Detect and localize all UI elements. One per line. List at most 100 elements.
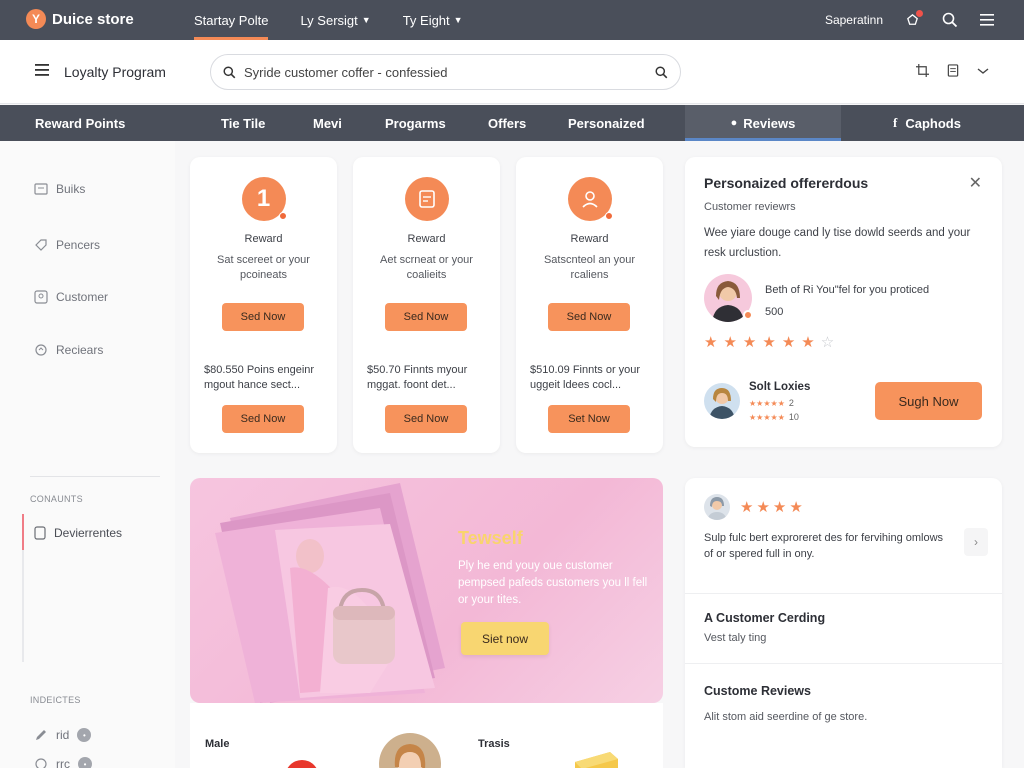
product-label: Trasis xyxy=(478,738,510,750)
topnav-item-1[interactable]: Startay Polte xyxy=(194,0,269,40)
review-text: Sulp fulc bert exproreret des for fervih… xyxy=(704,532,944,560)
panel-text: Wee yiare douge cand ly tise dowld seerd… xyxy=(704,227,971,259)
sidebar-item-pencers[interactable]: Pencers xyxy=(34,238,100,252)
tab-reward-points[interactable]: Reward Points xyxy=(35,105,125,141)
tab-reviews[interactable]: ● Reviews xyxy=(685,105,841,141)
tab-mevi[interactable]: Mevi xyxy=(313,105,342,141)
sidebar-item-label: Buiks xyxy=(56,182,86,196)
rating-count: 10 xyxy=(788,412,799,422)
tab-offers[interactable]: Offers xyxy=(488,105,526,141)
product-avatar[interactable] xyxy=(379,733,441,768)
menu-icon[interactable] xyxy=(980,14,994,26)
pencil-icon xyxy=(34,728,48,742)
banner-illustration xyxy=(215,483,445,703)
star-icon[interactable]: ★ xyxy=(782,333,797,351)
chevron-down-icon: ▼ xyxy=(453,15,463,25)
sidebar-item-rid[interactable]: rid • xyxy=(34,728,92,742)
tab-label: Offers xyxy=(488,115,527,131)
bell-icon[interactable] xyxy=(905,9,923,28)
star-icon[interactable]: ★ xyxy=(762,333,777,351)
hamburger-icon[interactable] xyxy=(35,64,49,76)
personalized-offers-panel: Personaized offererdous ✕ Customer revie… xyxy=(685,157,1002,447)
star-icon[interactable]: ★ xyxy=(743,333,758,351)
sidebar-item-customer[interactable]: Customer xyxy=(34,290,108,304)
star-icon[interactable]: ★ xyxy=(801,333,816,351)
star-icon[interactable]: ★ xyxy=(723,333,738,351)
sidebar-item-label: Reciears xyxy=(56,343,104,357)
brand[interactable]: Y Duice store xyxy=(26,9,134,29)
send-now-button[interactable]: Sed Now xyxy=(222,303,304,331)
search-bar[interactable] xyxy=(210,54,681,90)
reward-icon-text: 1 xyxy=(256,185,271,212)
search-icon[interactable] xyxy=(942,12,958,28)
star-icon[interactable]: ☆ xyxy=(821,333,836,351)
search-submit-icon[interactable] xyxy=(655,65,668,79)
star-icon: ★ xyxy=(772,499,790,516)
reward-offer-text: $510.09 Finnts or your uggeit ldees cocl… xyxy=(530,364,641,391)
tab-programs[interactable]: Progarms xyxy=(385,105,446,141)
reward-offer-text: $80.550 Poins engeinr mgout hance sect..… xyxy=(204,364,315,391)
set-now-button[interactable]: Set Now xyxy=(548,405,630,433)
circle-icon xyxy=(34,757,48,768)
reward-card: Reward Satscnteol an your rcaliens Sed N… xyxy=(516,157,663,453)
divider xyxy=(685,593,1002,594)
sidebar-item-reciears[interactable]: Reciears xyxy=(34,343,103,357)
sidebar-section-title: INDEICTES xyxy=(30,695,81,705)
search-icon xyxy=(223,65,236,79)
chevron-down-icon: ▼ xyxy=(361,15,371,25)
cheese-icon[interactable] xyxy=(570,747,620,768)
panel-subtitle: Customer reviewrs xyxy=(704,201,796,213)
review-heading: Custome Reviews xyxy=(704,684,811,698)
topnav-item-3[interactable]: Ty Eight ▼ xyxy=(403,0,463,40)
tab-label: Caphods xyxy=(905,115,961,131)
sidebar-item-devierrentes[interactable]: Devierrentes xyxy=(34,526,122,540)
gift-card-icon xyxy=(404,177,449,221)
promo-banner: Tewself Ply he end youy oue customer pem… xyxy=(190,478,663,703)
divider xyxy=(685,663,1002,664)
reward-description: Aet scrneat or your coalieits xyxy=(380,254,473,281)
tab-tie-tile[interactable]: Tie Tile xyxy=(221,105,265,141)
review-subtext: Vest taly ting xyxy=(704,632,767,644)
brand-name: Duice store xyxy=(52,10,134,28)
sidebar-badge: • xyxy=(77,728,92,742)
topnav-item-label: Ly Sersigt xyxy=(300,12,358,28)
crop-icon[interactable] xyxy=(916,64,929,77)
send-now-button[interactable]: Sed Now xyxy=(385,405,467,433)
shop-now-button[interactable]: Siet now xyxy=(461,622,549,655)
send-now-button[interactable]: Sed Now xyxy=(385,303,467,331)
sidebar-item-buiks[interactable]: Buiks xyxy=(34,182,85,196)
sign-now-button[interactable]: Sugh Now xyxy=(875,382,982,420)
reward-description: Sat scereet or your pcoineats xyxy=(217,254,310,281)
more-icon[interactable] xyxy=(977,64,989,77)
star-icon[interactable]: ★ xyxy=(704,333,719,351)
avatar xyxy=(704,494,730,520)
star-icon: ★ xyxy=(756,499,773,516)
sidebar-section-title: CONAUNTS xyxy=(30,494,83,504)
sidebar-item-rrc[interactable]: rrc • xyxy=(34,757,92,768)
chevron-right-icon[interactable]: › xyxy=(964,528,988,556)
refresh-icon xyxy=(34,343,48,357)
tab-label: Reviews xyxy=(743,115,796,131)
panel-quote: Beth of Ri You"fel for you proticed 500 xyxy=(765,279,965,323)
send-now-button[interactable]: Sed Now xyxy=(222,405,304,433)
rating-count: 2 xyxy=(788,398,794,408)
top-nav: Startay Polte Ly Sersigt ▼ Ty Eight ▼ xyxy=(194,0,495,40)
topnav-item-2[interactable]: Ly Sersigt ▼ xyxy=(300,0,370,40)
reward-label: Reward xyxy=(244,233,283,245)
sidebar-item-label: Pencers xyxy=(56,238,101,252)
product-thumb[interactable] xyxy=(285,760,319,768)
tab-label: Reward Points xyxy=(35,115,126,131)
reward-label: Reward xyxy=(407,233,446,245)
tab-bar: Reward Points Tie Tile Mevi Progarms Off… xyxy=(0,105,1024,141)
search-input[interactable] xyxy=(244,64,655,80)
user-menu-label[interactable]: Saperatinn xyxy=(825,13,883,27)
tab-personalized[interactable]: Personaized xyxy=(568,105,645,141)
tab-caphods[interactable]: f Caphods xyxy=(893,105,961,141)
reward-description: Satscnteol an your rcaliens xyxy=(543,254,636,281)
send-now-button[interactable]: Sed Now xyxy=(548,303,630,331)
reward-label: Reward xyxy=(570,233,609,245)
rating-stars[interactable]: ★ ★ ★ ★ ★ ★ ☆ xyxy=(704,333,836,351)
close-icon[interactable]: ✕ xyxy=(969,173,982,193)
document-icon[interactable] xyxy=(947,64,959,77)
box-icon xyxy=(34,183,48,195)
